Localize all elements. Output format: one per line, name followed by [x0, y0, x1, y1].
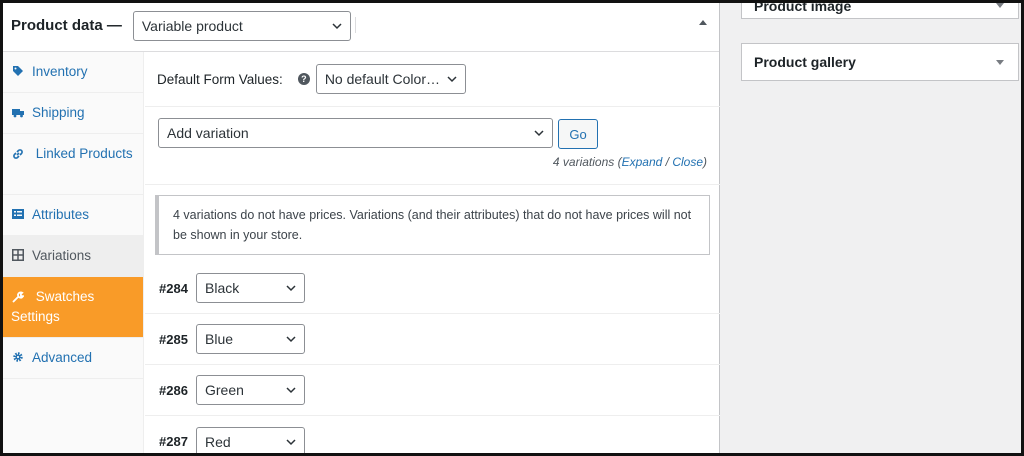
variation-color-select[interactable]: Black: [196, 273, 305, 303]
tab-variations[interactable]: Variations: [3, 236, 143, 277]
variation-row: #284 Black: [145, 263, 720, 314]
collapse-arrow-icon[interactable]: [699, 20, 707, 25]
chevron-down-icon: [534, 130, 544, 137]
tab-swatches-settings[interactable]: Swatches Settings: [3, 277, 143, 338]
tab-linked-products[interactable]: Linked Products: [3, 134, 143, 195]
default-form-values-label: Default Form Values:: [157, 71, 283, 87]
header-divider: [355, 17, 356, 33]
variation-color-select[interactable]: Red: [196, 426, 305, 456]
tab-shipping[interactable]: Shipping: [3, 93, 143, 134]
product-image-box[interactable]: Product image: [741, 0, 1019, 19]
truck-icon: [11, 103, 25, 118]
wrench-icon: [11, 288, 25, 303]
expand-link[interactable]: Expand: [622, 155, 663, 169]
link-icon: [11, 145, 25, 160]
variation-color-select[interactable]: Green: [196, 375, 305, 405]
tab-inventory[interactable]: Inventory: [3, 52, 143, 93]
variation-color-select[interactable]: Blue: [196, 324, 305, 354]
product-image-title: Product image: [754, 0, 852, 14]
variation-id: #285: [159, 331, 188, 347]
product-gallery-box[interactable]: Product gallery: [741, 43, 1019, 81]
variations-count: 4 variations (Expand / Close): [552, 155, 707, 169]
product-gallery-title: Product gallery: [754, 54, 856, 70]
product-data-panel: Product data — Variable product Inventor…: [3, 0, 720, 456]
toggle-arrow-icon[interactable]: [996, 3, 1004, 8]
variation-row: #285 Blue: [145, 314, 720, 365]
missing-prices-notice: 4 variations do not have prices. Variati…: [155, 195, 710, 255]
chevron-down-icon: [332, 22, 342, 29]
toggle-arrow-icon[interactable]: [996, 59, 1004, 65]
chevron-down-icon: [286, 336, 296, 343]
add-variation-select[interactable]: Add variation: [158, 118, 553, 148]
tag-icon: [11, 62, 25, 77]
variation-row: #286 Green: [145, 365, 720, 416]
default-color-value: No default Color…: [324, 71, 440, 87]
chevron-down-icon: [286, 438, 296, 445]
variation-row: #287 Red: [145, 416, 720, 456]
variation-id: #287: [159, 434, 188, 449]
chevron-down-icon: [286, 387, 296, 394]
go-button[interactable]: Go: [558, 119, 598, 149]
help-icon[interactable]: ?: [297, 73, 310, 85]
product-data-tabs: Inventory Shipping Linked Products Attri…: [3, 52, 144, 456]
close-link[interactable]: Close: [672, 155, 703, 169]
tab-advanced[interactable]: Advanced: [3, 338, 143, 379]
default-color-select[interactable]: No default Color…: [315, 64, 466, 94]
variation-id: #286: [159, 382, 188, 398]
variations-panel: Default Form Values: ? No default Color……: [145, 52, 720, 456]
product-data-title: Product data —: [11, 17, 122, 34]
gear-icon: [11, 348, 25, 363]
product-type-value: Variable product: [141, 17, 243, 34]
add-variation-row: Add variation Go 4 variations (Expand / …: [145, 107, 720, 185]
default-form-values-row: Default Form Values: ? No default Color…: [145, 52, 720, 107]
grid-icon: [11, 246, 25, 261]
chevron-down-icon: [286, 285, 296, 292]
product-type-select[interactable]: Variable product: [132, 10, 351, 41]
add-variation-value: Add variation: [167, 125, 249, 141]
list-icon: [11, 205, 25, 220]
product-data-header: Product data — Variable product: [3, 0, 719, 52]
chevron-down-icon: [447, 76, 457, 83]
variation-id: #284: [159, 280, 188, 296]
tab-attributes[interactable]: Attributes: [3, 195, 143, 236]
